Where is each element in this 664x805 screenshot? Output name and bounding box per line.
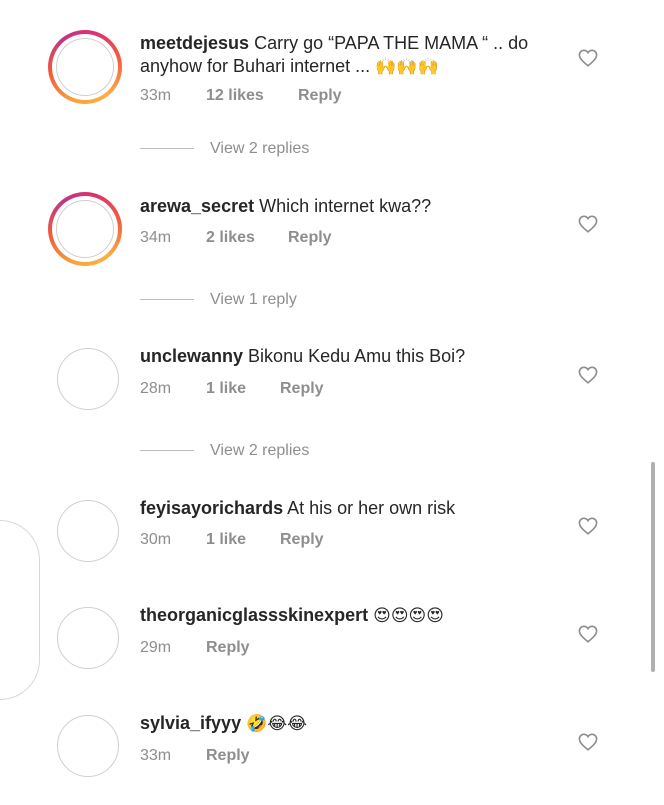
heart-icon[interactable] xyxy=(578,625,598,643)
reply-button[interactable]: Reply xyxy=(206,747,250,765)
reply-button[interactable]: Reply xyxy=(280,531,324,549)
comment-meta: 34m 2 likes Reply xyxy=(140,229,332,247)
comment-likes[interactable]: 1 like xyxy=(206,380,280,398)
avatar-story-ring[interactable] xyxy=(48,192,122,266)
avatar-container[interactable] xyxy=(57,607,119,669)
comment-likes[interactable]: 1 like xyxy=(206,531,280,549)
avatar xyxy=(57,607,119,669)
reply-button[interactable]: Reply xyxy=(288,229,332,247)
comment-username[interactable]: sylvia_ifyyy xyxy=(140,713,241,733)
comment-emoji: 🙌🙌🙌 xyxy=(375,57,439,77)
comment-body: feyisayorichards At his or her own risk xyxy=(140,497,560,520)
view-replies-button[interactable]: View 2 replies xyxy=(140,140,309,158)
heart-icon[interactable] xyxy=(578,366,598,384)
comment-meta: 28m 1 like Reply xyxy=(140,380,324,398)
avatar xyxy=(57,500,119,562)
comment-body: arewa_secret Which internet kwa?? xyxy=(140,195,560,218)
avatar xyxy=(57,715,119,777)
comment-likes[interactable]: 12 likes xyxy=(206,87,298,105)
divider-line xyxy=(140,148,194,150)
comment-username[interactable]: feyisayorichards xyxy=(140,498,283,518)
view-replies-label: View 2 replies xyxy=(210,442,310,459)
comment-likes[interactable]: 2 likes xyxy=(206,229,288,247)
comment-time: 29m xyxy=(140,639,172,656)
comment-body: meetdejesus Carry go “PAPA THE MAMA “ ..… xyxy=(140,32,560,79)
heart-icon[interactable] xyxy=(578,49,598,67)
comment-username[interactable]: theorganicglassskinexpert xyxy=(140,605,368,625)
comment-emoji: 😍😍😍😍 xyxy=(373,606,444,626)
view-replies-button[interactable]: View 2 replies xyxy=(140,442,309,460)
comment-body: theorganicglassskinexpert 😍😍😍😍 xyxy=(140,604,560,628)
heart-icon[interactable] xyxy=(578,517,598,535)
screen-edge-decoration xyxy=(0,520,40,700)
comment-emoji: 🤣😂😂 xyxy=(246,714,308,734)
reply-button[interactable]: Reply xyxy=(280,380,324,398)
avatar xyxy=(56,38,114,96)
comment-text: Which internet kwa?? xyxy=(259,196,432,216)
comment-body: sylvia_ifyyy 🤣😂😂 xyxy=(140,712,560,736)
comment-meta: 33m Reply xyxy=(140,747,250,765)
comment-meta: 29m Reply xyxy=(140,639,250,657)
reply-button[interactable]: Reply xyxy=(298,87,342,105)
scrollbar[interactable] xyxy=(651,462,655,672)
divider-line xyxy=(140,299,194,301)
comment-time: 33m xyxy=(140,87,172,104)
avatar-container[interactable] xyxy=(57,348,119,410)
avatar xyxy=(57,348,119,410)
heart-icon[interactable] xyxy=(578,215,598,233)
heart-icon[interactable] xyxy=(578,733,598,751)
avatar-story-ring[interactable] xyxy=(48,30,122,104)
comment-time: 34m xyxy=(140,229,172,246)
view-replies-label: View 2 replies xyxy=(210,140,310,157)
comment-username[interactable]: meetdejesus xyxy=(140,33,249,53)
comment-text: At his or her own risk xyxy=(287,498,456,518)
comment-body: unclewanny Bikonu Kedu Amu this Boi? xyxy=(140,345,560,368)
reply-button[interactable]: Reply xyxy=(206,639,250,657)
comment-time: 33m xyxy=(140,747,172,764)
avatar-container[interactable] xyxy=(57,715,119,777)
comment-time: 30m xyxy=(140,531,172,548)
comment-meta: 30m 1 like Reply xyxy=(140,531,324,549)
comment-username[interactable]: arewa_secret xyxy=(140,196,254,216)
avatar-container[interactable] xyxy=(57,500,119,562)
comment-username[interactable]: unclewanny xyxy=(140,346,243,366)
comment-text: Bikonu Kedu Amu this Boi? xyxy=(248,346,466,366)
view-replies-button[interactable]: View 1 reply xyxy=(140,291,297,309)
avatar xyxy=(56,200,114,258)
divider-line xyxy=(140,450,194,452)
comment-time: 28m xyxy=(140,380,172,397)
view-replies-label: View 1 reply xyxy=(210,291,297,308)
comment-meta: 33m 12 likes Reply xyxy=(140,87,342,105)
